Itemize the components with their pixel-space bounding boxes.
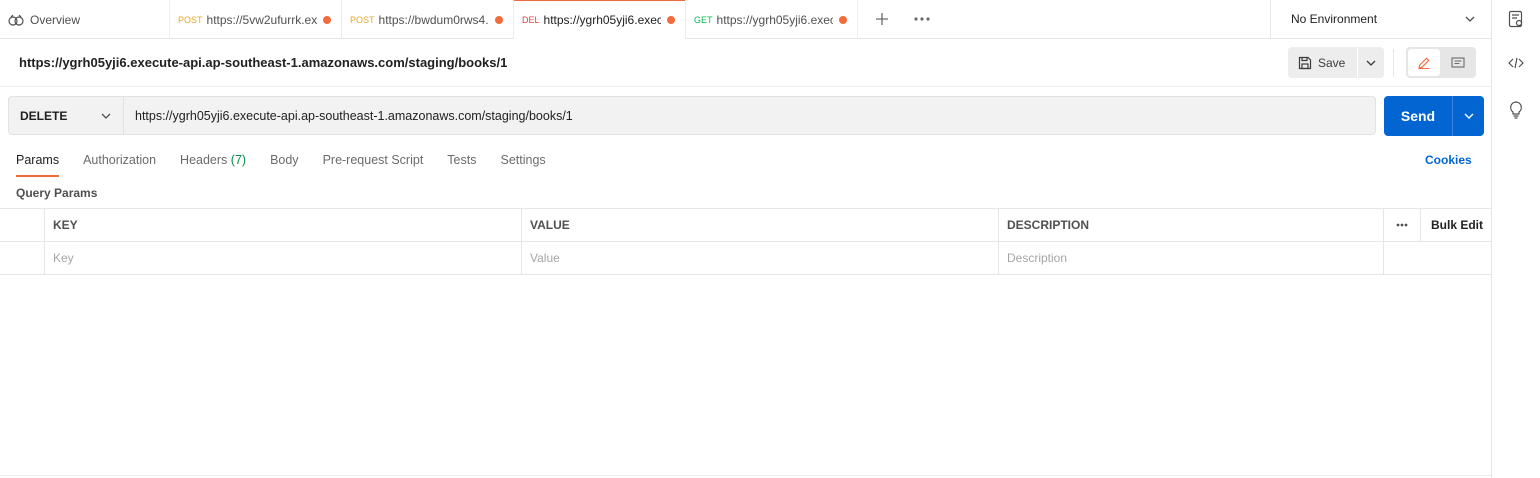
tab-authorization[interactable]: Authorization: [83, 150, 156, 177]
save-label: Save: [1318, 55, 1346, 70]
unsaved-dot-icon: [495, 15, 503, 24]
description-input[interactable]: Description: [999, 242, 1384, 274]
table-row: Key Value Description: [0, 242, 1491, 275]
tab-label: https://ygrh05yji6.exec: [716, 12, 833, 27]
edit-mode-pencil-icon[interactable]: [1408, 49, 1440, 76]
key-input[interactable]: Key: [45, 242, 522, 274]
row-spacer: [1421, 242, 1491, 274]
save-button-group: Save: [1288, 47, 1385, 78]
send-button[interactable]: Send: [1384, 96, 1453, 136]
tab-request-3[interactable]: DEL https://ygrh05yji6.exec: [514, 0, 686, 39]
tab-settings[interactable]: Settings: [500, 150, 545, 177]
comments-icon[interactable]: [1442, 49, 1474, 76]
bulk-edit-button[interactable]: Bulk Edit: [1421, 209, 1491, 241]
tab-method: POST: [350, 14, 375, 25]
unsaved-dot-icon: [323, 15, 331, 24]
tab-headers-label: Headers: [180, 153, 228, 167]
tab-method: GET: [694, 14, 713, 25]
table-header-row: KEY VALUE DESCRIPTION Bulk Edit: [0, 209, 1491, 242]
unsaved-dot-icon: [667, 15, 675, 24]
chevron-down-icon: [101, 113, 111, 119]
column-options-ellipsis-icon[interactable]: [1384, 209, 1421, 241]
tab-overview[interactable]: Overview: [0, 0, 170, 39]
checkbox-column-header: [0, 209, 45, 241]
environment-selector[interactable]: No Environment: [1270, 0, 1491, 39]
send-options-chevron-icon[interactable]: [1453, 96, 1484, 136]
divider: [1393, 49, 1394, 77]
tab-label: https://bwdum0rws4.: [378, 12, 489, 27]
request-header: https://ygrh05yji6.execute-api.ap-southe…: [0, 39, 1491, 87]
url-input[interactable]: [124, 97, 1375, 134]
description-column-header: DESCRIPTION: [999, 209, 1384, 241]
overview-icon: [8, 14, 24, 26]
lightbulb-icon[interactable]: [1505, 99, 1527, 121]
more-tabs-ellipsis-icon[interactable]: [910, 7, 934, 31]
url-bar: DELETE: [8, 96, 1376, 135]
tab-method: POST: [178, 14, 203, 25]
key-column-header: KEY: [45, 209, 522, 241]
save-options-chevron-icon[interactable]: [1358, 47, 1384, 78]
tab-request-4[interactable]: GET https://ygrh05yji6.exec: [686, 0, 858, 39]
http-method-select[interactable]: DELETE: [9, 97, 124, 134]
save-button[interactable]: Save: [1288, 47, 1359, 78]
http-method-label: DELETE: [20, 108, 68, 123]
request-subtabs: Params Authorization Headers (7) Body Pr…: [16, 150, 546, 177]
tab-method: DEL: [522, 14, 540, 25]
environment-quick-look-icon[interactable]: [1505, 8, 1527, 30]
tab-request-1[interactable]: POST https://5vw2ufurrk.ex: [170, 0, 342, 39]
query-params-table: KEY VALUE DESCRIPTION Bulk Edit Key Valu…: [0, 208, 1491, 275]
row-checkbox-cell: [0, 242, 45, 274]
query-params-title: Query Params: [16, 186, 98, 200]
tab-headers[interactable]: Headers (7): [180, 150, 246, 177]
tab-body[interactable]: Body: [270, 150, 299, 177]
tab-bar: Overview POST https://5vw2ufurrk.ex POST…: [0, 0, 1491, 39]
save-icon: [1298, 56, 1312, 70]
row-spacer: [1384, 242, 1421, 274]
code-icon[interactable]: [1505, 52, 1527, 74]
tab-pre-request-script[interactable]: Pre-request Script: [323, 150, 424, 177]
new-tab-plus-icon[interactable]: [870, 7, 894, 31]
panel-divider: [0, 475, 1491, 476]
unsaved-dot-icon: [839, 15, 847, 24]
environment-label: No Environment: [1291, 12, 1378, 26]
value-column-header: VALUE: [522, 209, 999, 241]
headers-count-badge: (7): [230, 153, 247, 167]
tab-request-2[interactable]: POST https://bwdum0rws4.: [342, 0, 514, 39]
view-mode-toggle: [1406, 47, 1476, 78]
tab-actions: [858, 0, 934, 38]
send-button-group: Send: [1384, 96, 1484, 136]
request-name[interactable]: https://ygrh05yji6.execute-api.ap-southe…: [19, 55, 507, 70]
value-input[interactable]: Value: [522, 242, 999, 274]
tab-params[interactable]: Params: [16, 150, 60, 177]
tab-tests[interactable]: Tests: [447, 150, 476, 177]
cookies-link[interactable]: Cookies: [1425, 153, 1472, 167]
chevron-down-icon: [1465, 16, 1475, 22]
right-sidebar: [1491, 0, 1540, 478]
tab-label: https://5vw2ufurrk.ex: [206, 12, 317, 27]
tab-label: Overview: [30, 12, 81, 27]
tab-label: https://ygrh05yji6.exec: [543, 12, 661, 27]
